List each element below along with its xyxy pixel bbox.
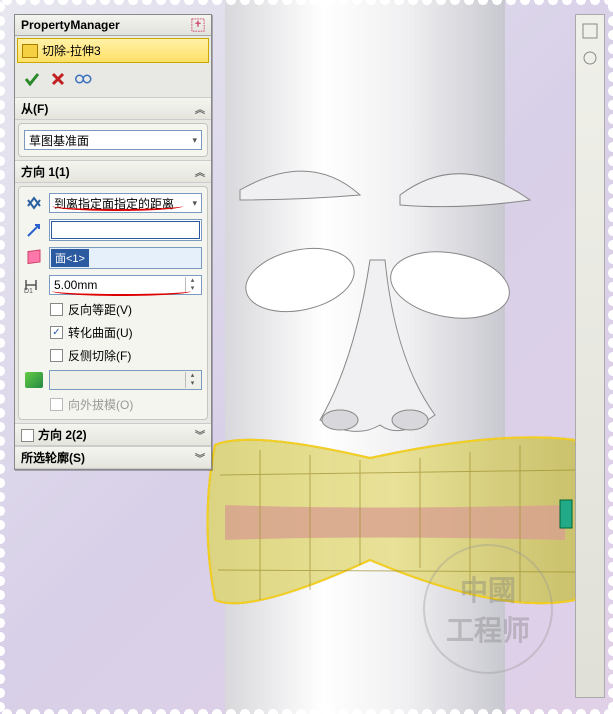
section-contours-header[interactable]: 所选轮廓(S) ︾ — [15, 446, 211, 469]
cancel-button[interactable] — [49, 70, 67, 88]
panel-title-text: PropertyManager — [21, 18, 120, 32]
offset-distance-icon: D1 — [24, 275, 44, 295]
direction-vector-icon — [24, 220, 44, 240]
end-condition-combo[interactable]: 到离指定面指定的距离 ▾ — [49, 193, 202, 213]
property-manager-panel: PropertyManager 切除-拉伸3 从(F) ︽ 草图基准面 ▾ 方向… — [14, 14, 212, 470]
chevron-down-icon: ︾ — [195, 427, 205, 442]
translate-surface-checkbox-row[interactable]: 转化曲面(U) — [24, 324, 202, 341]
draft-outward-checkbox — [50, 398, 63, 411]
draft-angle-input: ▴▾ — [49, 370, 202, 390]
pin-icon[interactable] — [191, 18, 205, 32]
face-select-icon — [24, 248, 44, 268]
toolbar-button-2[interactable] — [577, 45, 603, 71]
section-from-header[interactable]: 从(F) ︽ — [15, 97, 211, 120]
section-dir2-header[interactable]: 方向 2(2) ︾ — [15, 423, 211, 446]
chevron-down-icon: ︾ — [195, 450, 205, 465]
watermark: 中國 工程师 — [423, 544, 553, 674]
chevron-up-icon: ︽ — [195, 101, 205, 116]
right-toolbar — [575, 14, 605, 698]
chevron-down-icon: ▾ — [192, 198, 197, 209]
face-selection-field[interactable]: 面<1> — [49, 247, 202, 269]
ok-button[interactable] — [23, 70, 41, 88]
translate-surface-checkbox[interactable] — [50, 326, 63, 339]
svg-text:D1: D1 — [24, 288, 33, 293]
direction-vector-field[interactable] — [49, 219, 202, 241]
cut-extrude-icon — [22, 44, 38, 58]
flip-side-checkbox[interactable] — [50, 349, 63, 362]
feature-header: 切除-拉伸3 — [17, 38, 209, 63]
feature-name: 切除-拉伸3 — [42, 42, 101, 59]
reverse-offset-checkbox-row[interactable]: 反向等距(V) — [24, 301, 202, 318]
flip-side-checkbox-row[interactable]: 反侧切除(F) — [24, 347, 202, 364]
dir2-enable-checkbox[interactable] — [21, 429, 34, 442]
draft-spinner: ▴▾ — [185, 372, 199, 388]
draft-icon[interactable] — [24, 370, 44, 390]
from-start-condition-combo[interactable]: 草图基准面 ▾ — [24, 130, 202, 150]
section-from-body: 草图基准面 ▾ — [18, 123, 208, 157]
reverse-offset-checkbox[interactable] — [50, 303, 63, 316]
distance-spinner[interactable]: ▴▾ — [185, 277, 199, 293]
action-row — [15, 65, 211, 93]
panel-title-bar: PropertyManager — [15, 15, 211, 36]
toolbar-button-1[interactable] — [577, 18, 603, 44]
reverse-direction-button[interactable] — [24, 193, 44, 213]
detailed-preview-button[interactable] — [75, 70, 93, 88]
chevron-down-icon: ▾ — [192, 135, 197, 146]
draft-outward-checkbox-row: 向外拔模(O) — [24, 396, 202, 413]
section-dir1-body: 到离指定面指定的距离 ▾ 面<1> D1 5.0 — [18, 186, 208, 420]
chevron-up-icon: ︽ — [195, 164, 205, 179]
section-dir1-header[interactable]: 方向 1(1) ︽ — [15, 160, 211, 183]
offset-distance-input[interactable]: 5.00mm ▴▾ — [49, 275, 202, 295]
